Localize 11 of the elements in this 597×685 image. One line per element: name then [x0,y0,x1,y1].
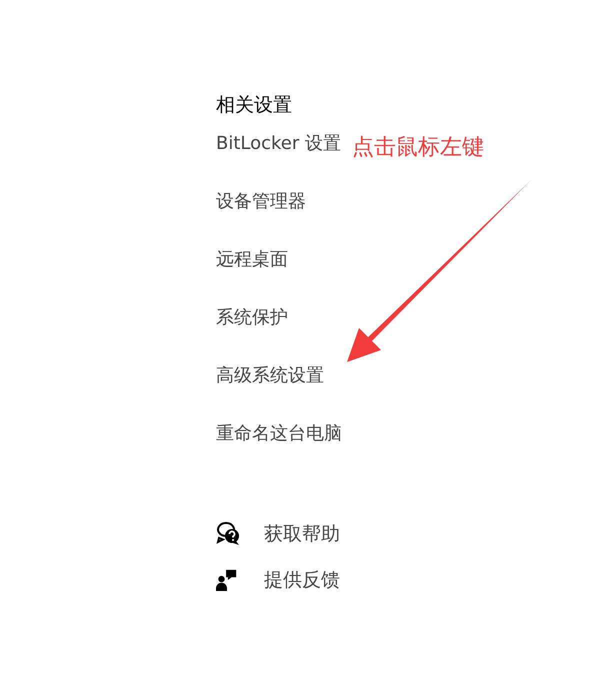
support-link[interactable]: 提供反馈 [264,567,340,593]
settings-link[interactable]: 系统保护 [216,305,288,331]
help-chat-icon [216,521,242,547]
settings-link[interactable]: 设备管理器 [216,189,306,215]
settings-link[interactable]: 远程桌面 [216,247,288,273]
settings-link[interactable]: 重命名这台电脑 [216,421,342,447]
support-link[interactable]: 获取帮助 [264,521,340,547]
section-heading: 相关设置 [216,93,293,118]
settings-link[interactable]: BitLocker 设置 [216,131,342,157]
annotation-text: 点击鼠标左键 [352,134,484,162]
settings-link[interactable]: 高级系统设置 [216,363,324,389]
